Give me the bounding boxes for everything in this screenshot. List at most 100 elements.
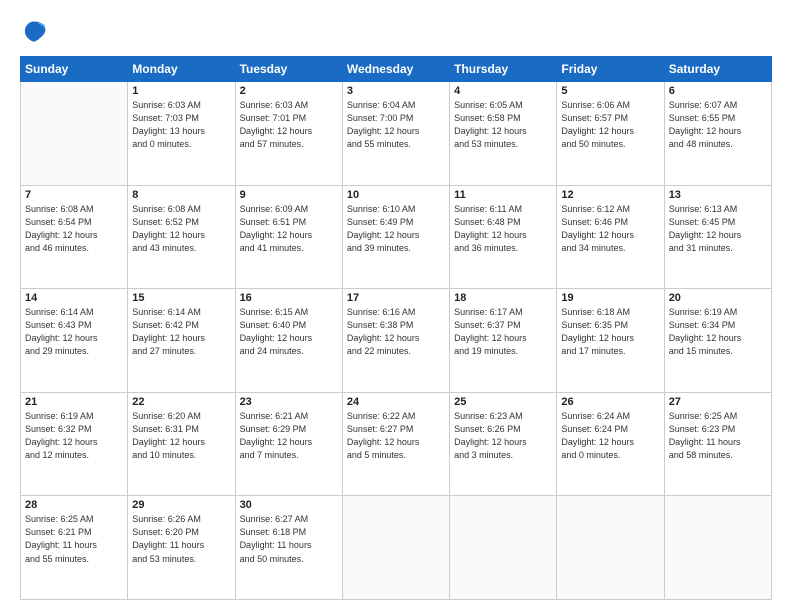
day-info: Sunrise: 6:27 AM Sunset: 6:18 PM Dayligh… (240, 513, 338, 565)
day-number: 11 (454, 189, 552, 201)
calendar-cell: 4 Sunrise: 6:05 AM Sunset: 6:58 PM Daylig… (450, 82, 557, 186)
calendar-cell: 19 Sunrise: 6:18 AM Sunset: 6:35 PM Dayli… (557, 289, 664, 393)
day-info: Sunrise: 6:03 AM Sunset: 7:03 PM Dayligh… (132, 99, 230, 151)
day-number: 19 (561, 292, 659, 304)
calendar-cell: 14Sunrise: 6:14 AM Sunset: 6:43 PM Dayli… (21, 289, 128, 393)
day-info: Sunrise: 6:19 AM Sunset: 6:32 PM Dayligh… (25, 410, 123, 462)
logo-bird-icon (20, 18, 48, 46)
day-info: Sunrise: 6:06 AM Sunset: 6:57 PM Dayligh… (561, 99, 659, 151)
weekday-header-friday: Friday (557, 57, 664, 82)
day-number: 8 (132, 189, 230, 201)
day-info: Sunrise: 6:04 AM Sunset: 7:00 PM Dayligh… (347, 99, 445, 151)
day-info: Sunrise: 6:25 AM Sunset: 6:21 PM Dayligh… (25, 513, 123, 565)
weekday-header-wednesday: Wednesday (342, 57, 449, 82)
day-number: 5 (561, 85, 659, 97)
day-number: 21 (25, 396, 123, 408)
week-row-5: 28 Sunrise: 6:25 AM Sunset: 6:21 PM Dayli… (21, 496, 772, 600)
day-number: 17 (347, 292, 445, 304)
calendar-cell: 25Sunrise: 6:23 AM Sunset: 6:26 PM Dayli… (450, 392, 557, 496)
day-number: 23 (240, 396, 338, 408)
day-number: 13 (669, 189, 767, 201)
calendar-cell: 1 Sunrise: 6:03 AM Sunset: 7:03 PM Daylig… (128, 82, 235, 186)
calendar-cell: 20Sunrise: 6:19 AM Sunset: 6:34 PM Dayli… (664, 289, 771, 393)
calendar-cell (342, 496, 449, 600)
day-info: Sunrise: 6:08 AM Sunset: 6:52 PM Dayligh… (132, 203, 230, 255)
calendar-cell: 28 Sunrise: 6:25 AM Sunset: 6:21 PM Dayli… (21, 496, 128, 600)
day-info: Sunrise: 6:07 AM Sunset: 6:55 PM Dayligh… (669, 99, 767, 151)
day-number: 2 (240, 85, 338, 97)
day-info: Sunrise: 6:09 AM Sunset: 6:51 PM Dayligh… (240, 203, 338, 255)
day-number: 12 (561, 189, 659, 201)
calendar-cell: 13 Sunrise: 6:13 AM Sunset: 6:45 PM Dayli… (664, 185, 771, 289)
day-info: Sunrise: 6:15 AM Sunset: 6:40 PM Dayligh… (240, 306, 338, 358)
day-info: Sunrise: 6:21 AM Sunset: 6:29 PM Dayligh… (240, 410, 338, 462)
calendar-cell: 16 Sunrise: 6:15 AM Sunset: 6:40 PM Dayli… (235, 289, 342, 393)
day-number: 18 (454, 292, 552, 304)
calendar-cell: 10 Sunrise: 6:10 AM Sunset: 6:49 PM Dayli… (342, 185, 449, 289)
weekday-header-monday: Monday (128, 57, 235, 82)
header (20, 18, 772, 46)
calendar-cell (21, 82, 128, 186)
calendar-cell: 7 Sunrise: 6:08 AM Sunset: 6:54 PM Daylig… (21, 185, 128, 289)
day-info: Sunrise: 6:20 AM Sunset: 6:31 PM Dayligh… (132, 410, 230, 462)
weekday-header-sunday: Sunday (21, 57, 128, 82)
calendar-cell: 18 Sunrise: 6:17 AM Sunset: 6:37 PM Dayli… (450, 289, 557, 393)
day-info: Sunrise: 6:14 AM Sunset: 6:43 PM Dayligh… (25, 306, 123, 358)
calendar-cell: 17Sunrise: 6:16 AM Sunset: 6:38 PM Dayli… (342, 289, 449, 393)
calendar-cell: 24Sunrise: 6:22 AM Sunset: 6:27 PM Dayli… (342, 392, 449, 496)
day-number: 7 (25, 189, 123, 201)
calendar-cell: 2 Sunrise: 6:03 AM Sunset: 7:01 PM Daylig… (235, 82, 342, 186)
weekday-header-tuesday: Tuesday (235, 57, 342, 82)
page: SundayMondayTuesdayWednesdayThursdayFrid… (0, 0, 792, 612)
day-info: Sunrise: 6:26 AM Sunset: 6:20 PM Dayligh… (132, 513, 230, 565)
calendar-cell: 8 Sunrise: 6:08 AM Sunset: 6:52 PM Daylig… (128, 185, 235, 289)
day-info: Sunrise: 6:18 AM Sunset: 6:35 PM Dayligh… (561, 306, 659, 358)
day-number: 10 (347, 189, 445, 201)
day-number: 6 (669, 85, 767, 97)
day-info: Sunrise: 6:11 AM Sunset: 6:48 PM Dayligh… (454, 203, 552, 255)
calendar-cell: 6 Sunrise: 6:07 AM Sunset: 6:55 PM Daylig… (664, 82, 771, 186)
day-info: Sunrise: 6:03 AM Sunset: 7:01 PM Dayligh… (240, 99, 338, 151)
day-info: Sunrise: 6:08 AM Sunset: 6:54 PM Dayligh… (25, 203, 123, 255)
week-row-3: 14Sunrise: 6:14 AM Sunset: 6:43 PM Dayli… (21, 289, 772, 393)
week-row-4: 21 Sunrise: 6:19 AM Sunset: 6:32 PM Dayli… (21, 392, 772, 496)
weekday-header-saturday: Saturday (664, 57, 771, 82)
weekday-header-thursday: Thursday (450, 57, 557, 82)
day-number: 28 (25, 499, 123, 511)
day-info: Sunrise: 6:25 AM Sunset: 6:23 PM Dayligh… (669, 410, 767, 462)
calendar-cell: 26 Sunrise: 6:24 AM Sunset: 6:24 PM Dayli… (557, 392, 664, 496)
calendar-cell: 21 Sunrise: 6:19 AM Sunset: 6:32 PM Dayli… (21, 392, 128, 496)
calendar-cell: 11 Sunrise: 6:11 AM Sunset: 6:48 PM Dayli… (450, 185, 557, 289)
day-number: 29 (132, 499, 230, 511)
day-info: Sunrise: 6:12 AM Sunset: 6:46 PM Dayligh… (561, 203, 659, 255)
day-info: Sunrise: 6:10 AM Sunset: 6:49 PM Dayligh… (347, 203, 445, 255)
day-info: Sunrise: 6:05 AM Sunset: 6:58 PM Dayligh… (454, 99, 552, 151)
calendar-cell (557, 496, 664, 600)
weekday-header-row: SundayMondayTuesdayWednesdayThursdayFrid… (21, 57, 772, 82)
day-info: Sunrise: 6:19 AM Sunset: 6:34 PM Dayligh… (669, 306, 767, 358)
day-info: Sunrise: 6:14 AM Sunset: 6:42 PM Dayligh… (132, 306, 230, 358)
calendar-cell (664, 496, 771, 600)
calendar-cell: 23 Sunrise: 6:21 AM Sunset: 6:29 PM Dayli… (235, 392, 342, 496)
day-number: 22 (132, 396, 230, 408)
week-row-1: 1 Sunrise: 6:03 AM Sunset: 7:03 PM Daylig… (21, 82, 772, 186)
day-info: Sunrise: 6:13 AM Sunset: 6:45 PM Dayligh… (669, 203, 767, 255)
calendar-cell: 5 Sunrise: 6:06 AM Sunset: 6:57 PM Daylig… (557, 82, 664, 186)
calendar-cell: 30 Sunrise: 6:27 AM Sunset: 6:18 PM Dayli… (235, 496, 342, 600)
day-info: Sunrise: 6:22 AM Sunset: 6:27 PM Dayligh… (347, 410, 445, 462)
day-info: Sunrise: 6:17 AM Sunset: 6:37 PM Dayligh… (454, 306, 552, 358)
day-number: 16 (240, 292, 338, 304)
logo (20, 18, 52, 46)
calendar-cell: 3Sunrise: 6:04 AM Sunset: 7:00 PM Daylig… (342, 82, 449, 186)
day-number: 26 (561, 396, 659, 408)
day-number: 30 (240, 499, 338, 511)
calendar-cell: 27Sunrise: 6:25 AM Sunset: 6:23 PM Dayli… (664, 392, 771, 496)
day-info: Sunrise: 6:24 AM Sunset: 6:24 PM Dayligh… (561, 410, 659, 462)
calendar-cell: 22 Sunrise: 6:20 AM Sunset: 6:31 PM Dayli… (128, 392, 235, 496)
calendar-cell: 9 Sunrise: 6:09 AM Sunset: 6:51 PM Daylig… (235, 185, 342, 289)
day-info: Sunrise: 6:23 AM Sunset: 6:26 PM Dayligh… (454, 410, 552, 462)
day-number: 4 (454, 85, 552, 97)
day-number: 15 (132, 292, 230, 304)
day-number: 1 (132, 85, 230, 97)
day-number: 9 (240, 189, 338, 201)
